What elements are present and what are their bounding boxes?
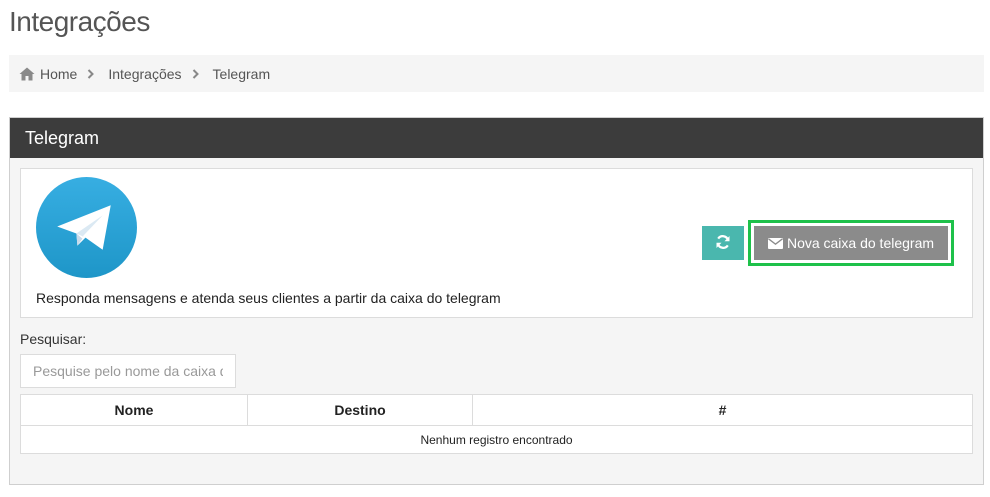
telegram-boxes-table: Nome Destino # Nenhum registro encontrad…	[20, 394, 973, 454]
panel-title: Telegram	[25, 127, 100, 148]
column-header-actions[interactable]: #	[472, 394, 973, 426]
new-telegram-box-button[interactable]: Nova caixa do telegram	[754, 226, 948, 260]
breadcrumb-integracoes[interactable]: Integrações	[108, 66, 181, 82]
chevron-right-icon	[192, 68, 204, 80]
integration-description: Responda mensagens e atenda seus cliente…	[36, 290, 501, 306]
refresh-icon	[715, 234, 731, 253]
column-header-destino[interactable]: Destino	[247, 394, 473, 426]
home-icon	[19, 67, 35, 81]
empty-message: Nenhum registro encontrado	[20, 425, 973, 454]
chevron-right-icon	[87, 68, 99, 80]
telegram-panel: Telegram Nova caixa do telegram Responda…	[9, 117, 984, 485]
breadcrumb-home[interactable]: Home	[40, 66, 77, 82]
telegram-logo-icon	[36, 177, 137, 278]
integration-info-box: Nova caixa do telegram Responda mensagen…	[20, 168, 973, 318]
page-title: Integrações	[9, 6, 150, 37]
column-header-nome[interactable]: Nome	[20, 394, 248, 426]
search-label: Pesquisar:	[20, 331, 87, 347]
table-row: Nenhum registro encontrado	[20, 425, 973, 454]
search-input[interactable]	[20, 354, 236, 388]
refresh-button[interactable]	[702, 226, 744, 260]
breadcrumb-current: Telegram	[212, 65, 271, 82]
breadcrumb: Home Integrações Telegram	[9, 55, 984, 92]
panel-header: Telegram	[10, 118, 983, 158]
envelope-icon	[767, 237, 783, 249]
new-box-label: Nova caixa do telegram	[786, 235, 935, 251]
table-header-row: Nome Destino #	[20, 394, 973, 426]
new-box-highlight: Nova caixa do telegram	[748, 220, 954, 266]
